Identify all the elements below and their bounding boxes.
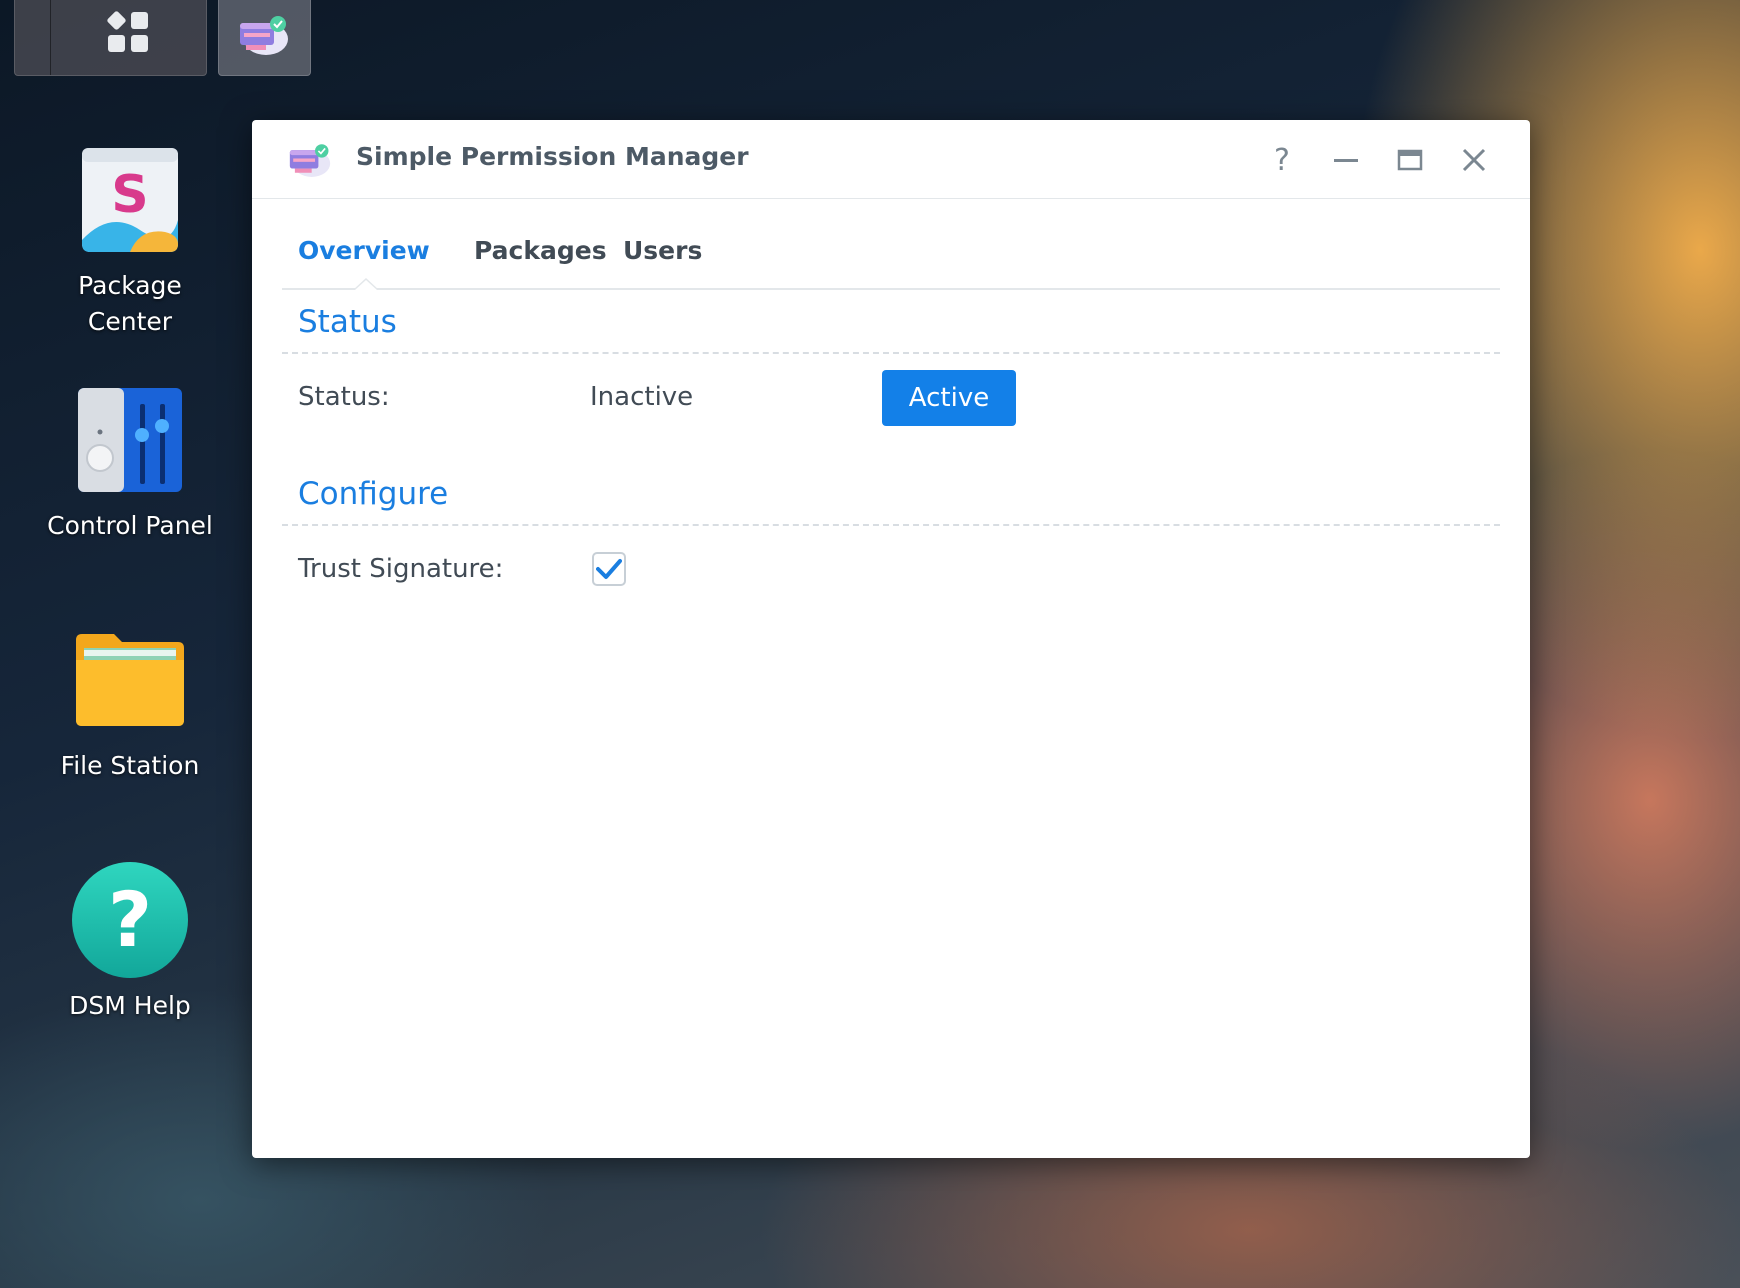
help-button[interactable]: ?	[1262, 140, 1302, 180]
permission-manager-icon	[240, 16, 288, 55]
desktop-icon-package-center[interactable]: S Package Center	[30, 140, 230, 340]
help-icon: ?	[1274, 142, 1290, 178]
help-icon: ?	[70, 860, 190, 980]
close-icon	[1462, 148, 1486, 172]
taskbar-separator	[50, 0, 51, 75]
tab-overview[interactable]: Overview	[298, 236, 430, 265]
main-menu-grid-icon[interactable]	[106, 10, 152, 56]
minimize-button[interactable]	[1326, 140, 1366, 180]
app-window: Simple Permission Manager ? Overview Pac…	[252, 120, 1530, 1158]
tab-packages[interactable]: Packages	[474, 236, 607, 265]
tab-users[interactable]: Users	[623, 236, 702, 265]
close-button[interactable]	[1454, 140, 1494, 180]
desktop-icon-control-panel[interactable]: Control Panel	[30, 380, 230, 544]
tab-bar: Overview Packages Users	[282, 220, 1500, 290]
taskbar-main-group	[14, 0, 207, 76]
status-value: Inactive	[590, 382, 694, 412]
desktop-icon-label: Control Panel	[47, 511, 213, 540]
folder-icon	[70, 620, 190, 740]
window-titlebar[interactable]: Simple Permission Manager ?	[252, 120, 1530, 199]
trust-signature-label: Trust Signature:	[298, 554, 504, 584]
minimize-icon	[1334, 159, 1358, 162]
window-title: Simple Permission Manager	[356, 142, 749, 171]
taskbar-app-permission-manager[interactable]	[218, 0, 311, 76]
status-label: Status:	[298, 382, 390, 412]
control-panel-icon	[70, 380, 190, 500]
checkmark-icon	[596, 559, 622, 579]
section-divider	[282, 352, 1500, 354]
package-center-icon: S	[70, 140, 190, 260]
maximize-button[interactable]	[1390, 140, 1430, 180]
trust-signature-checkbox[interactable]	[592, 552, 626, 586]
maximize-icon	[1397, 149, 1423, 171]
active-tab-indicator	[353, 278, 379, 290]
permission-manager-icon	[289, 144, 331, 177]
desktop-icon-label: DSM Help	[69, 991, 191, 1020]
desktop-icon-dsm-help[interactable]: ? DSM Help	[30, 860, 230, 1024]
svg-text:S: S	[111, 165, 148, 225]
section-divider	[282, 524, 1500, 526]
active-button[interactable]: Active	[882, 370, 1016, 426]
desktop-icon-label: Package Center	[78, 271, 182, 336]
svg-text:?: ?	[108, 875, 152, 964]
status-section-title: Status	[298, 304, 397, 340]
configure-section-title: Configure	[298, 476, 449, 512]
desktop-icon-file-station[interactable]: File Station	[30, 620, 230, 784]
desktop-icon-label: File Station	[60, 751, 200, 780]
